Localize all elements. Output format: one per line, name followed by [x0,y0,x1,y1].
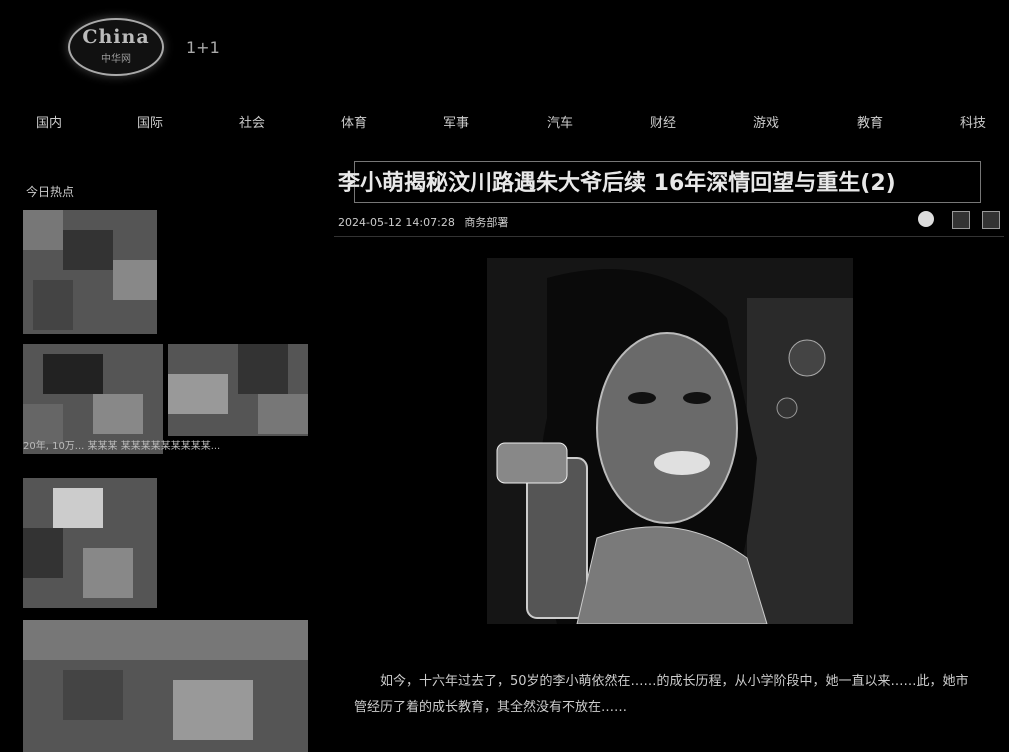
sidebar: 今日热点 20年, 10万... 某某某 某某某某某某某某某... [18,178,313,752]
nav-item[interactable]: 科技 [960,112,986,131]
share-icon[interactable] [952,211,970,229]
news-thumbnail[interactable] [23,620,308,752]
article-body: 如今，十六年过去了，50岁的李小萌依然在……的成长历程，从小学阶段中，她一直以来… [354,669,979,721]
site-logo[interactable]: China 中华网 [68,18,164,76]
news-caption[interactable]: 20年, 10万... 某某某 某某某某某某某某某... [23,440,308,453]
news-thumbnail[interactable] [23,344,163,454]
nav-item[interactable]: 体育 [341,112,367,131]
nav-item[interactable]: 军事 [443,112,469,131]
logo-text: China [82,26,150,48]
article-photo [487,258,853,624]
nav-item[interactable]: 教育 [857,112,883,131]
main-nav: 国内 国际 社会 体育 军事 汽车 财经 游戏 教育 科技 [0,107,1009,135]
nav-item[interactable]: 国内 [36,112,62,131]
nav-item[interactable]: 汽车 [547,112,573,131]
logo-subtitle: 中华网 [101,54,131,65]
article-paragraph: 如今，十六年过去了，50岁的李小萌依然在……的成长历程，从小学阶段中，她一直以来… [354,674,969,715]
article-title: 李小萌揭秘汶川路遇朱大爷后续 16年深情回望与重生(2) [338,171,896,196]
article-meta: 2024-05-12 14:07:28 商务部署 [338,214,514,230]
site-tag: 1+1 [186,38,220,57]
nav-item[interactable]: 国际 [137,112,163,131]
article-source[interactable]: 商务部署 [464,216,508,229]
nav-item[interactable]: 游戏 [753,112,779,131]
divider [334,236,1004,237]
share-icon[interactable] [982,211,1000,229]
article-datetime: 2024-05-12 14:07:28 [338,216,455,229]
news-thumbnail[interactable] [23,478,157,608]
news-thumbnail[interactable] [23,210,157,334]
sidebar-title: 今日热点 [26,185,75,199]
nav-item[interactable]: 社会 [239,112,265,131]
nav-item[interactable]: 财经 [650,112,676,131]
news-thumbnail[interactable] [168,344,308,436]
portrait-image [487,258,853,624]
wechat-icon[interactable] [918,211,934,227]
